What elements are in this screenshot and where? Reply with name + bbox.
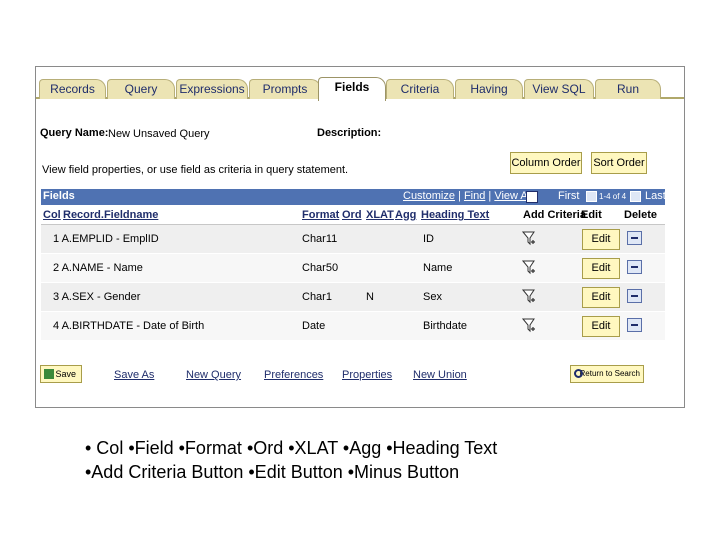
next-arrow-icon[interactable] — [630, 191, 641, 202]
magnifier-icon — [574, 369, 583, 378]
minus-icon[interactable] — [627, 318, 642, 332]
field-name-cell: 4 A.BIRTHDATE - Date of Birth — [53, 320, 205, 332]
bullet-line-2: •Add Criteria Button •Edit Button •Minus… — [85, 462, 460, 482]
format-cell: Char1 — [302, 291, 332, 303]
new-union-link[interactable]: New Union — [413, 369, 467, 381]
grid-title-bar: Fields Customize | Find | View All First… — [41, 189, 666, 205]
format-cell: Date — [302, 320, 326, 332]
minus-icon[interactable] — [627, 260, 642, 274]
save-button-label: Save — [55, 369, 76, 379]
tab-bar: Records Query Expressions Prompts Fields… — [36, 77, 684, 101]
grid-title: Fields — [43, 190, 75, 202]
return-to-search-button[interactable]: Return to Search — [570, 365, 644, 383]
minus-icon[interactable] — [627, 289, 642, 303]
add-criteria-filter-icon[interactable] — [522, 318, 536, 334]
table-row: 2 A.NAME - Name Char50 Name Edit — [41, 254, 665, 283]
save-button[interactable]: Save — [40, 365, 82, 383]
format-cell: Char50 — [302, 262, 339, 274]
table-row: 3 A.SEX - Gender Char1 N Sex Edit — [41, 283, 665, 312]
find-link[interactable]: Find — [464, 190, 485, 202]
instructions-text: View field properties, or use field as c… — [42, 164, 349, 176]
col-header-col[interactable]: Col — [43, 209, 61, 221]
save-icon — [44, 369, 54, 379]
tab-fields[interactable]: Fields — [318, 77, 386, 101]
grid-body: 1 A.EMPLID - EmplID Char11 ID Edit 2 A.N… — [41, 225, 665, 341]
new-query-link[interactable]: New Query — [186, 369, 241, 381]
format-cell: Char11 — [302, 233, 338, 245]
first-link[interactable]: First — [558, 190, 579, 202]
tab-expressions[interactable]: Expressions — [176, 79, 248, 99]
col-header-format[interactable]: Format — [302, 209, 339, 221]
tab-criteria[interactable]: Criteria — [386, 79, 454, 99]
description-label: Description: — [317, 127, 382, 139]
last-link[interactable]: Last — [645, 190, 666, 202]
edit-button[interactable]: Edit — [582, 258, 620, 279]
heading-cell: Name — [423, 262, 453, 274]
edit-button[interactable]: Edit — [582, 287, 620, 308]
table-row: 4 A.BIRTHDATE - Date of Birth Date Birth… — [41, 312, 665, 341]
xlat-cell: N — [366, 291, 374, 303]
col-header-delete: Delete — [624, 209, 658, 221]
query-name-label: Query Name: — [40, 127, 109, 139]
grid-header-row: Col Record.Fieldname Format Ord XLAT Agg… — [41, 205, 665, 225]
col-header-agg[interactable]: Agg — [395, 209, 416, 221]
add-criteria-filter-icon[interactable] — [522, 289, 536, 305]
customize-link[interactable]: Customize — [403, 190, 455, 202]
tab-run[interactable]: Run — [595, 79, 661, 99]
spreadsheet-icon[interactable] — [526, 191, 538, 203]
tab-view-sql[interactable]: View SQL — [524, 79, 594, 99]
field-name-cell: 3 A.SEX - Gender — [53, 291, 141, 303]
add-criteria-filter-icon[interactable] — [522, 260, 536, 276]
table-row: 1 A.EMPLID - EmplID Char11 ID Edit — [41, 225, 665, 254]
field-name-cell: 1 A.EMPLID - EmplID — [53, 233, 159, 245]
query-manager-panel: Records Query Expressions Prompts Fields… — [35, 66, 685, 408]
sort-order-button[interactable]: Sort Order — [591, 152, 647, 174]
col-header-add-criteria: Add Criteria — [523, 209, 586, 221]
tab-query[interactable]: Query — [107, 79, 175, 99]
save-as-link[interactable]: Save As — [114, 369, 154, 381]
col-header-ord[interactable]: Ord — [342, 209, 362, 221]
heading-cell: ID — [423, 233, 434, 245]
properties-link[interactable]: Properties — [342, 369, 392, 381]
range-text: 1-4 of 4 — [599, 192, 627, 201]
col-header-xlat[interactable]: XLAT — [366, 209, 394, 221]
col-header-record-fieldname[interactable]: Record.Fieldname — [63, 209, 158, 221]
heading-cell: Birthdate — [423, 320, 468, 332]
grid-toolbar: Customize | Find | View All — [403, 190, 533, 202]
query-name-value: New Unsaved Query — [108, 128, 210, 140]
column-order-button[interactable]: Column Order — [510, 152, 582, 174]
tab-records[interactable]: Records — [39, 79, 106, 99]
field-name-cell: 2 A.NAME - Name — [53, 262, 143, 274]
edit-button[interactable]: Edit — [582, 316, 620, 337]
minus-icon[interactable] — [627, 231, 642, 245]
add-criteria-filter-icon[interactable] — [522, 231, 536, 247]
prev-arrow-icon[interactable] — [586, 191, 597, 202]
return-to-search-label: Return to Search — [579, 369, 640, 378]
heading-cell: Sex — [423, 291, 442, 303]
col-header-edit: Edit — [581, 209, 602, 221]
tab-having[interactable]: Having — [455, 79, 523, 99]
bullet-line-1: • Col •Field •Format •Ord •XLAT •Agg •He… — [85, 438, 498, 458]
edit-button[interactable]: Edit — [582, 229, 620, 250]
preferences-link[interactable]: Preferences — [264, 369, 323, 381]
fields-grid: Fields Customize | Find | View All First… — [41, 189, 666, 341]
tab-prompts[interactable]: Prompts — [249, 79, 321, 99]
col-header-heading-text[interactable]: Heading Text — [421, 209, 489, 221]
